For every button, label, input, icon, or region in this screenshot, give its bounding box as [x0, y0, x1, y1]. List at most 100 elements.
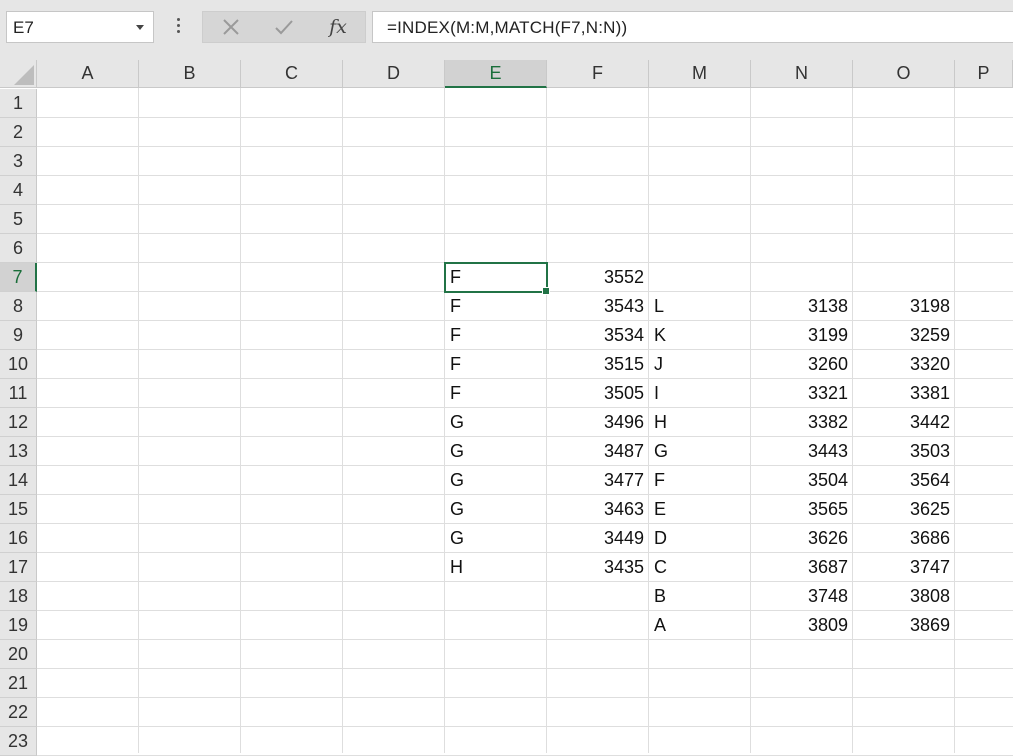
cell-m19[interactable]: A [649, 611, 750, 640]
cell-o12[interactable]: 3442 [853, 408, 954, 437]
row-header-6[interactable]: 6 [0, 234, 37, 263]
row-header-3[interactable]: 3 [0, 147, 37, 176]
cell-o19[interactable]: 3869 [853, 611, 954, 640]
cell-n10[interactable]: 3260 [751, 350, 852, 379]
chevron-down-icon[interactable] [136, 25, 144, 30]
cell-o14[interactable]: 3564 [853, 466, 954, 495]
cell-f16[interactable]: 3449 [547, 524, 648, 553]
column-header-o[interactable]: O [853, 60, 955, 88]
select-all-button[interactable] [0, 60, 37, 88]
cell-o11[interactable]: 3381 [853, 379, 954, 408]
row-header-12[interactable]: 12 [0, 408, 37, 437]
row-header-5[interactable]: 5 [0, 205, 37, 234]
cell-f8[interactable]: 3543 [547, 292, 648, 321]
row-header-10[interactable]: 10 [0, 350, 37, 379]
cell-f13[interactable]: 3487 [547, 437, 648, 466]
column-header-c[interactable]: C [241, 60, 343, 88]
cell-m9[interactable]: K [649, 321, 750, 350]
cell-e13[interactable]: G [445, 437, 546, 466]
name-box[interactable]: E7 [6, 11, 154, 43]
row-header-20[interactable]: 20 [0, 640, 37, 669]
cancel-button[interactable] [217, 12, 245, 42]
fill-handle[interactable] [542, 287, 550, 295]
cell-o13[interactable]: 3503 [853, 437, 954, 466]
cell-o18[interactable]: 3808 [853, 582, 954, 611]
cell-f9[interactable]: 3534 [547, 321, 648, 350]
cell-n9[interactable]: 3199 [751, 321, 852, 350]
cell-m17[interactable]: C [649, 553, 750, 582]
cell-e16[interactable]: G [445, 524, 546, 553]
row-header-8[interactable]: 8 [0, 292, 37, 321]
cell-f17[interactable]: 3435 [547, 553, 648, 582]
cell-n16[interactable]: 3626 [751, 524, 852, 553]
cell-m8[interactable]: L [649, 292, 750, 321]
cell-n8[interactable]: 3138 [751, 292, 852, 321]
cell-e15[interactable]: G [445, 495, 546, 524]
cell-f15[interactable]: 3463 [547, 495, 648, 524]
cell-n14[interactable]: 3504 [751, 466, 852, 495]
column-header-p[interactable]: P [955, 60, 1013, 88]
cell-e10[interactable]: F [445, 350, 546, 379]
row-header-4[interactable]: 4 [0, 176, 37, 205]
formula-input[interactable]: =INDEX(M:M,MATCH(F7,N:N)) [372, 11, 1013, 43]
column-header-b[interactable]: B [139, 60, 241, 88]
cell-n13[interactable]: 3443 [751, 437, 852, 466]
insert-function-button[interactable]: fx [321, 12, 355, 42]
cell-e9[interactable]: F [445, 321, 546, 350]
row-header-7[interactable]: 7 [0, 263, 37, 292]
row-header-22[interactable]: 22 [0, 698, 37, 727]
cell-f7[interactable]: 3552 [547, 263, 648, 292]
row-header-19[interactable]: 19 [0, 611, 37, 640]
row-header-11[interactable]: 11 [0, 379, 37, 408]
vertical-dots-icon[interactable] [174, 16, 182, 40]
row-header-1[interactable]: 1 [0, 89, 37, 118]
column-header-d[interactable]: D [343, 60, 445, 88]
column-header-a[interactable]: A [37, 60, 139, 88]
cell-m11[interactable]: I [649, 379, 750, 408]
cell-m12[interactable]: H [649, 408, 750, 437]
cell-n19[interactable]: 3809 [751, 611, 852, 640]
active-cell-selection[interactable] [444, 262, 550, 295]
cell-m13[interactable]: G [649, 437, 750, 466]
cell-f14[interactable]: 3477 [547, 466, 648, 495]
cell-e11[interactable]: F [445, 379, 546, 408]
cell-m16[interactable]: D [649, 524, 750, 553]
column-header-f[interactable]: F [547, 60, 649, 88]
cell-f11[interactable]: 3505 [547, 379, 648, 408]
column-header-m[interactable]: M [649, 60, 751, 88]
column-header-e[interactable]: E [445, 60, 547, 88]
cell-n12[interactable]: 3382 [751, 408, 852, 437]
row-header-23[interactable]: 23 [0, 727, 37, 756]
cell-e17[interactable]: H [445, 553, 546, 582]
cell-f10[interactable]: 3515 [547, 350, 648, 379]
cell-o10[interactable]: 3320 [853, 350, 954, 379]
row-header-21[interactable]: 21 [0, 669, 37, 698]
cell-o8[interactable]: 3198 [853, 292, 954, 321]
row-header-17[interactable]: 17 [0, 553, 37, 582]
row-header-15[interactable]: 15 [0, 495, 37, 524]
row-header-18[interactable]: 18 [0, 582, 37, 611]
cell-o15[interactable]: 3625 [853, 495, 954, 524]
enter-button[interactable] [269, 12, 299, 42]
row-header-9[interactable]: 9 [0, 321, 37, 350]
row-header-13[interactable]: 13 [0, 437, 37, 466]
cell-n15[interactable]: 3565 [751, 495, 852, 524]
cell-m18[interactable]: B [649, 582, 750, 611]
cell-o17[interactable]: 3747 [853, 553, 954, 582]
cell-e8[interactable]: F [445, 292, 546, 321]
cell-o16[interactable]: 3686 [853, 524, 954, 553]
cell-m14[interactable]: F [649, 466, 750, 495]
cell-n18[interactable]: 3748 [751, 582, 852, 611]
cell-n11[interactable]: 3321 [751, 379, 852, 408]
cell-m15[interactable]: E [649, 495, 750, 524]
cell-e14[interactable]: G [445, 466, 546, 495]
column-header-n[interactable]: N [751, 60, 853, 88]
cell-n17[interactable]: 3687 [751, 553, 852, 582]
cell-m10[interactable]: J [649, 350, 750, 379]
row-header-14[interactable]: 14 [0, 466, 37, 495]
cell-e12[interactable]: G [445, 408, 546, 437]
cell-o9[interactable]: 3259 [853, 321, 954, 350]
row-header-2[interactable]: 2 [0, 118, 37, 147]
row-header-16[interactable]: 16 [0, 524, 37, 553]
cell-f12[interactable]: 3496 [547, 408, 648, 437]
